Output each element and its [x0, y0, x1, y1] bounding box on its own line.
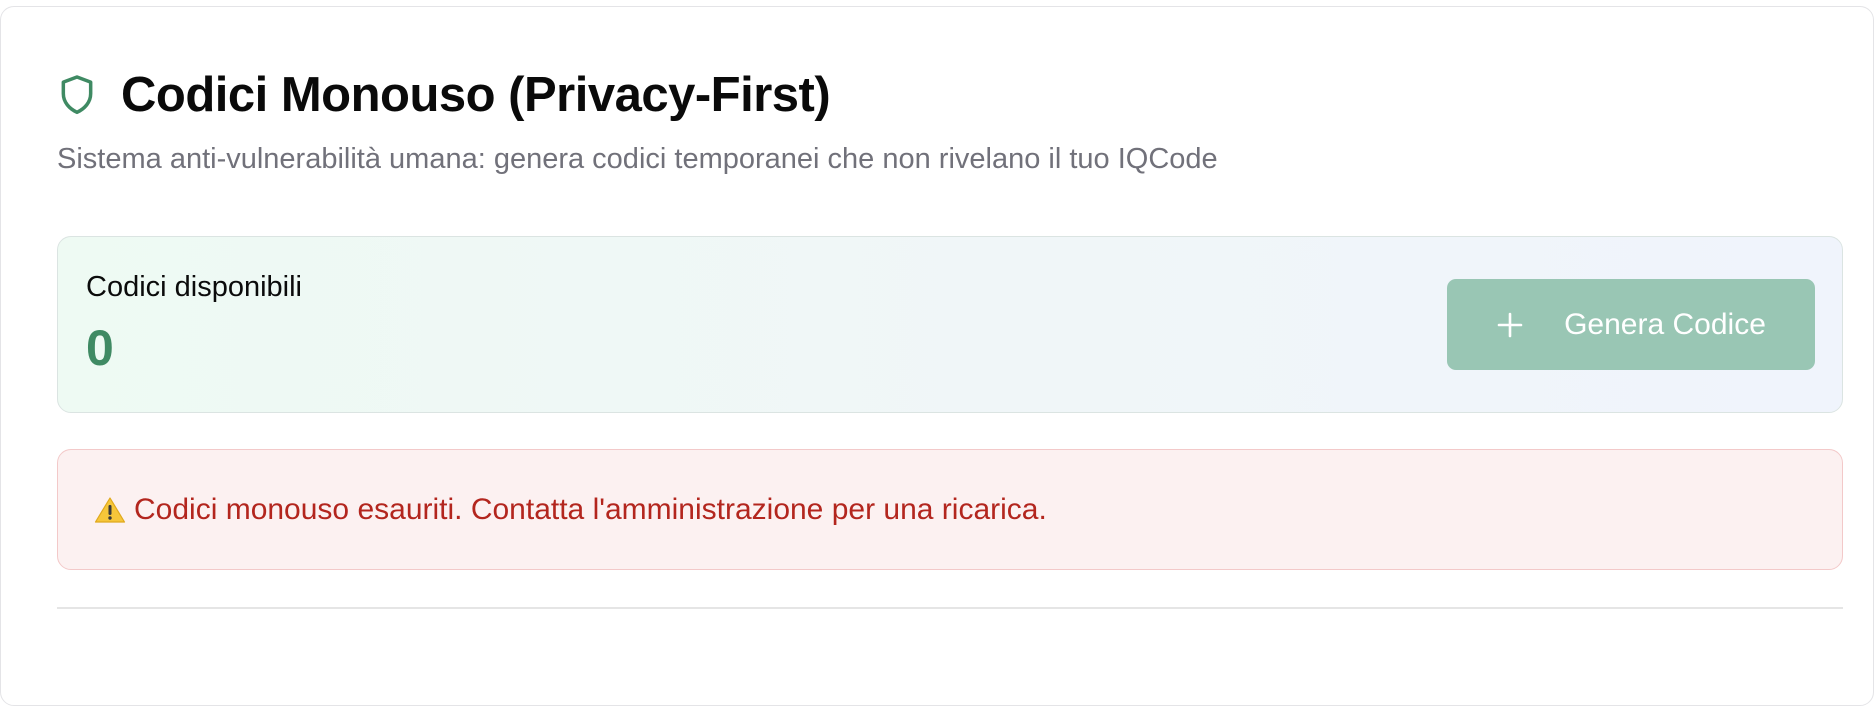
available-codes-panel: Codici disponibili 0 Genera Codice [57, 236, 1843, 413]
codes-exhausted-alert: Codici monouso esauriti. Contatta l'ammi… [57, 449, 1843, 570]
generate-code-button[interactable]: Genera Codice [1447, 279, 1815, 370]
one-time-codes-card: Codici Monouso (Privacy-First) Sistema a… [0, 6, 1874, 706]
available-codes-label: Codici disponibili [86, 271, 302, 303]
available-codes-count: 0 [86, 320, 114, 376]
plus-icon [1496, 311, 1524, 339]
page-title: Codici Monouso (Privacy-First) [121, 68, 831, 122]
warning-icon [94, 496, 126, 524]
section-divider [57, 607, 1843, 609]
page-subtitle: Sistema anti-vulnerabilità umana: genera… [57, 143, 1218, 175]
shield-icon [57, 73, 97, 117]
generate-code-label: Genera Codice [1564, 307, 1766, 341]
alert-message: Codici monouso esauriti. Contatta l'ammi… [134, 492, 1047, 526]
card-header: Codici Monouso (Privacy-First) [57, 67, 831, 123]
